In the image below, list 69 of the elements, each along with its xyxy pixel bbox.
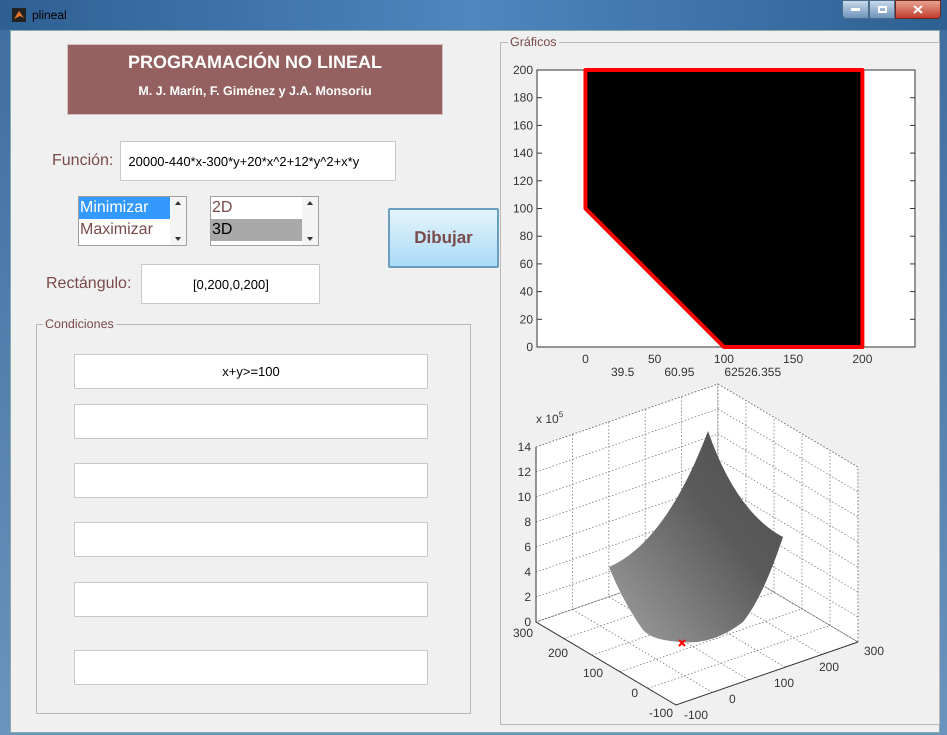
readout-value: 39.5 xyxy=(611,364,634,381)
close-button[interactable] xyxy=(895,0,941,19)
y-tick-label: 100 xyxy=(582,666,603,680)
y-tick-label: 300 xyxy=(512,626,533,640)
draw-button[interactable]: Dibujar xyxy=(388,208,499,268)
x-tick-label: 100 xyxy=(714,352,734,366)
condition-field[interactable] xyxy=(74,582,428,617)
x-tick-label: 0 xyxy=(729,692,736,706)
z-tick-label: 10 xyxy=(518,490,531,504)
window-title: plineal xyxy=(32,7,67,24)
y-tick-label: 80 xyxy=(520,229,533,244)
x-tick-label: 150 xyxy=(783,352,804,366)
y-tick-label: 160 xyxy=(512,118,533,132)
x-tick-label: 50 xyxy=(648,352,662,366)
x-tick-label: 100 xyxy=(774,676,794,690)
close-icon[interactable] xyxy=(913,5,923,14)
y-tick-label: 120 xyxy=(512,174,533,188)
scrollbar[interactable] xyxy=(170,197,186,245)
y-tick-label: 40 xyxy=(520,284,533,299)
listbox[interactable]: 2D 3D xyxy=(210,196,319,246)
condition-field[interactable] xyxy=(74,650,428,685)
z-tick-label: 6 xyxy=(524,540,531,554)
y-tick-label: 0 xyxy=(631,686,638,700)
listbox[interactable]: Minimizar Maximizar xyxy=(78,196,187,246)
y-tick-label: 0 xyxy=(526,340,533,354)
y-tick-label: 180 xyxy=(512,90,533,105)
condition-field[interactable] xyxy=(74,463,428,498)
y-tick-label: 200 xyxy=(548,646,568,660)
y-tick-label: 200 xyxy=(512,63,533,77)
function-field[interactable]: 20000-440*x-300*y+20*x^2+12*y^2+x*y xyxy=(120,141,396,181)
condition-field[interactable] xyxy=(74,404,428,439)
listbox-option[interactable]: 3D xyxy=(211,219,302,241)
rectangle-field[interactable]: [0,200,0,200] xyxy=(141,264,320,304)
z-scale-label: x 10$^{5}$ xyxy=(536,410,564,426)
maximize-button[interactable] xyxy=(869,0,895,19)
z-tick-label: 14 xyxy=(518,440,531,454)
scroll-up-icon[interactable] xyxy=(175,201,181,205)
x-tick-label: 200 xyxy=(819,660,840,674)
y-tick-label: 60 xyxy=(520,256,533,271)
scroll-up-icon[interactable] xyxy=(307,201,313,205)
condition-field[interactable] xyxy=(74,522,428,557)
authors: M. J. Marín, F. Giménez y J.A. Monsoriu xyxy=(138,83,372,100)
z-tick-label: 12 xyxy=(518,465,531,479)
z-tick-label: 0 xyxy=(524,615,531,629)
app-icon xyxy=(12,8,26,22)
y-tick-label: 20 xyxy=(520,312,533,326)
function-label: Función: xyxy=(52,151,114,171)
x-tick-label: 200 xyxy=(852,352,872,366)
readout-value: 62526.355 xyxy=(724,364,782,381)
y-tick-label: 100 xyxy=(512,202,533,216)
listbox-option[interactable]: Maximizar xyxy=(79,219,170,241)
y-tick-label: 140 xyxy=(512,146,533,160)
app-title: PROGRAMACIÓN NO LINEAL xyxy=(128,51,382,74)
x-tick-label: 300 xyxy=(864,644,884,658)
scroll-down-icon[interactable] xyxy=(175,237,181,241)
scrollbar[interactable] xyxy=(302,197,318,245)
scroll-down-icon[interactable] xyxy=(307,237,313,241)
minimum-marker-icon xyxy=(678,639,686,647)
readout-value: 60.95 xyxy=(664,364,694,381)
rectangle-label: Rectángulo: xyxy=(46,274,132,294)
x-tick-label: 0 xyxy=(582,352,589,366)
z-tick-label: 2 xyxy=(524,590,531,604)
z-tick-label: 8 xyxy=(524,515,531,529)
x-tick-label: -100 xyxy=(684,708,708,721)
condition-field[interactable]: x+y>=100 xyxy=(74,354,428,389)
minimize-button[interactable] xyxy=(842,0,869,19)
listbox-option[interactable]: 2D xyxy=(211,197,302,219)
y-tick-label: -100 xyxy=(648,706,673,720)
z-tick-label: 4 xyxy=(524,565,531,579)
